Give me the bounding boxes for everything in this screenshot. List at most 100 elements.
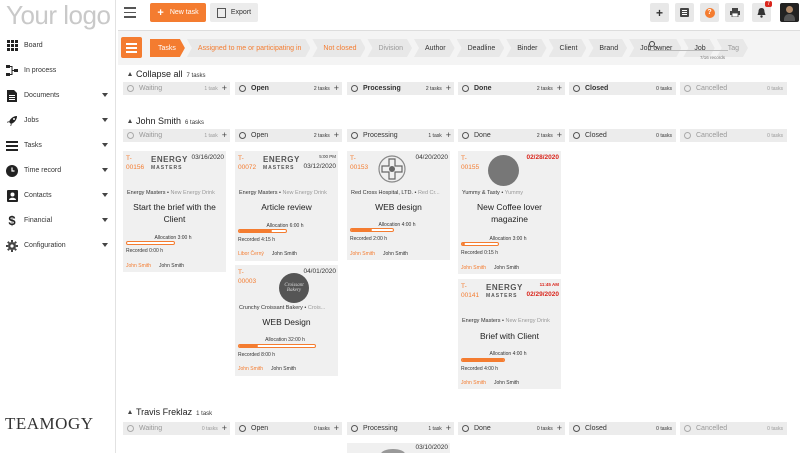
add-task-icon[interactable]: + xyxy=(557,131,562,140)
task-client: Energy Masters • New Energy Drink xyxy=(462,318,550,324)
filter-chip-binder[interactable]: Binder xyxy=(506,39,546,57)
task-title[interactable]: Start the brief with the Client xyxy=(126,201,223,225)
task-title[interactable]: WEB Design xyxy=(238,316,335,328)
task-card[interactable]: T- 00003 Croissant Bakery 04/01/2020 Crun… xyxy=(235,265,338,376)
task-card[interactable]: T- 00141 ENERGY MASTERS 11:45 AM 02/29/202… xyxy=(458,279,561,389)
group-label: Travis Freklaz xyxy=(136,407,193,417)
column-header-closed[interactable]: Closed 0 tasks xyxy=(569,422,676,435)
column-header-open[interactable]: Open 2 tasks + xyxy=(235,82,342,95)
print-button[interactable] xyxy=(725,3,744,22)
sidebar-item-in-process[interactable]: In process xyxy=(0,58,116,83)
play-status-icon xyxy=(351,132,358,139)
sidebar-item-jobs[interactable]: Jobs xyxy=(0,108,116,133)
task-card[interactable]: T- 00072 ENERGY MASTERS 5:00 PM 03/12/2020… xyxy=(235,151,338,261)
column-header-cancelled[interactable]: Cancelled 0 tasks xyxy=(680,82,787,95)
chevron-down-icon[interactable] xyxy=(102,93,108,97)
view-menu-icon[interactable] xyxy=(121,37,142,58)
collapse-all-toggle[interactable]: Collapse all 7 tasks xyxy=(128,69,206,79)
column-header-done[interactable]: Done 2 tasks + xyxy=(458,129,565,142)
column-count: 0 tasks xyxy=(767,132,783,139)
add-task-icon[interactable]: + xyxy=(446,131,451,140)
task-id[interactable]: T- 00072 xyxy=(238,154,262,172)
group-john-smith[interactable]: John Smith 6 tasks xyxy=(128,116,204,126)
task-title[interactable]: New Coffee lover magazine xyxy=(461,201,558,225)
chevron-down-icon[interactable] xyxy=(102,168,108,172)
group-travis-freklaz[interactable]: Travis Freklaz 1 task xyxy=(128,407,212,417)
gear-icon xyxy=(6,239,18,252)
user-avatar[interactable] xyxy=(780,3,799,22)
chevron-down-icon[interactable] xyxy=(102,193,108,197)
sidebar-item-configuration[interactable]: Configuration xyxy=(0,233,116,258)
column-header-open[interactable]: Open 0 tasks + xyxy=(235,422,342,435)
sidebar-item-tasks[interactable]: Tasks xyxy=(0,133,116,158)
column-header-open[interactable]: Open 2 tasks + xyxy=(235,129,342,142)
task-id[interactable]: T- 00153 xyxy=(350,154,374,172)
filter-chip-not-closed[interactable]: Not closed xyxy=(312,39,365,57)
add-task-icon[interactable]: + xyxy=(446,424,451,433)
filter-chip-deadline[interactable]: Deadline xyxy=(457,39,505,57)
filter-chip-assigned[interactable]: Assigned to me or participating in xyxy=(187,39,311,57)
column-header-closed[interactable]: Closed 0 tasks xyxy=(569,129,676,142)
new-task-button[interactable]: + New task xyxy=(150,3,206,22)
add-task-icon[interactable]: + xyxy=(334,84,339,93)
notifications-button[interactable]: 7 xyxy=(752,1,772,22)
chevron-down-icon[interactable] xyxy=(102,243,108,247)
column-header-waiting[interactable]: Waiting 0 tasks + xyxy=(123,422,230,435)
column-header-waiting[interactable]: Waiting 1 task + xyxy=(123,129,230,142)
filter-chip-brand[interactable]: Brand xyxy=(588,39,627,57)
notes-button[interactable] xyxy=(675,3,694,22)
column-header-processing[interactable]: Processing 1 task + xyxy=(347,422,454,435)
sidebar-item-time-record[interactable]: Time record xyxy=(0,158,116,183)
task-title[interactable]: Brief with Client xyxy=(461,330,558,342)
task-client: Yummy & Tasty • Yummy xyxy=(462,190,524,196)
task-id[interactable]: T- 00156 xyxy=(126,154,150,172)
help-button[interactable]: ? xyxy=(700,3,719,22)
company-logo[interactable]: Your logo xyxy=(6,0,111,31)
chevron-down-icon[interactable] xyxy=(102,118,108,122)
task-id[interactable]: T- 00155 xyxy=(461,154,485,172)
add-task-icon[interactable]: + xyxy=(557,84,562,93)
collapse-icon xyxy=(128,410,132,414)
column-header-closed[interactable]: Closed 0 tasks xyxy=(569,82,676,95)
add-task-icon[interactable]: + xyxy=(557,424,562,433)
column-header-cancelled[interactable]: Cancelled 0 tasks xyxy=(680,422,787,435)
column-header-done[interactable]: Done 0 tasks + xyxy=(458,422,565,435)
task-card[interactable]: 03/10/2020 xyxy=(347,443,450,453)
add-task-icon[interactable]: + xyxy=(446,84,451,93)
task-card[interactable]: T- 00153 04/20/2020 Red Cross Hospital, L… xyxy=(347,151,450,260)
add-task-icon[interactable]: + xyxy=(222,131,227,140)
sidebar-item-contacts[interactable]: Contacts xyxy=(0,183,116,208)
add-task-icon[interactable]: + xyxy=(222,424,227,433)
add-button[interactable]: + xyxy=(650,3,669,22)
task-progress-bar xyxy=(461,358,505,362)
column-header-processing[interactable]: Processing 1 task + xyxy=(347,129,454,142)
filter-chip-division[interactable]: Division xyxy=(367,39,412,57)
export-button[interactable]: Export xyxy=(210,3,258,22)
chevron-down-icon[interactable] xyxy=(102,218,108,222)
hamburger-menu-icon[interactable] xyxy=(124,7,136,18)
sidebar-item-documents[interactable]: Documents xyxy=(0,83,116,108)
task-id[interactable]: T- 00003 xyxy=(238,268,262,286)
filter-chip-tasks[interactable]: Tasks xyxy=(150,39,185,57)
task-card[interactable]: T- 00155 02/28/2020 Yummy & Tasty • Yummy… xyxy=(458,151,561,274)
column-header-waiting[interactable]: Waiting 1 task + xyxy=(123,82,230,95)
task-id[interactable]: T- 00141 xyxy=(461,282,485,300)
task-title[interactable]: Article review xyxy=(238,201,335,213)
filter-chip-client[interactable]: Client xyxy=(549,39,587,57)
task-card[interactable]: T- 00156 ENERGY MASTERS 03/16/2020 Energy … xyxy=(123,151,226,272)
column-header-processing[interactable]: Processing 2 tasks + xyxy=(347,82,454,95)
chevron-down-icon[interactable] xyxy=(102,143,108,147)
task-title[interactable]: WEB design xyxy=(350,201,447,213)
add-task-icon[interactable]: + xyxy=(222,84,227,93)
add-task-icon[interactable]: + xyxy=(334,424,339,433)
yummy-tasty-logo xyxy=(488,155,519,186)
cancel-status-icon xyxy=(684,425,691,432)
filter-chip-author[interactable]: Author xyxy=(414,39,455,57)
column-header-cancelled[interactable]: Cancelled 0 tasks xyxy=(680,129,787,142)
add-task-icon[interactable]: + xyxy=(334,131,339,140)
search-input[interactable] xyxy=(648,40,728,51)
sidebar-item-board[interactable]: Board xyxy=(0,33,116,58)
sidebar-item-financial[interactable]: $ Financial xyxy=(0,208,116,233)
column-header-done[interactable]: Done 2 tasks + xyxy=(458,82,565,95)
task-people: John Smith John Smith xyxy=(238,366,296,372)
